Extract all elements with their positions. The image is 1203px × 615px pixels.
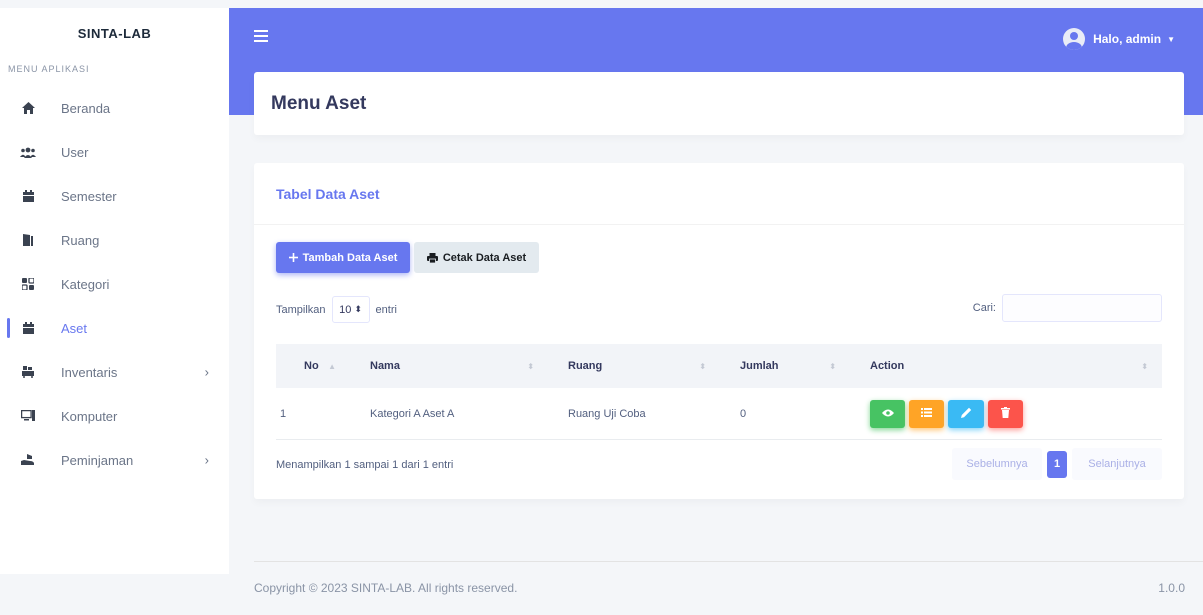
brand-logo[interactable]: SINTA-LAB — [0, 8, 229, 58]
cell-jumlah: 0 — [740, 407, 747, 420]
entries-select[interactable]: 10 ⬍ — [331, 296, 370, 323]
caret-down-icon: ▼ — [1167, 34, 1175, 44]
print-asset-button[interactable]: Cetak Data Aset — [414, 242, 539, 273]
list-icon — [921, 407, 932, 420]
sidebar-item-label: User — [61, 144, 89, 160]
sidebar-item-label: Aset — [61, 320, 88, 336]
plus-icon — [288, 253, 298, 262]
header-label: Jumlah — [740, 360, 779, 372]
add-asset-label: Tambah Data Aset — [302, 251, 398, 264]
length-prefix: Tampilkan — [276, 303, 326, 316]
search-input[interactable] — [1002, 294, 1162, 322]
header-label: Nama — [370, 360, 400, 372]
search-label: Cari: — [972, 302, 996, 314]
sort-icon: ⬍ — [1141, 361, 1148, 371]
pagination: Sebelumnya 1 Selanjutnya — [952, 448, 1162, 480]
eye-icon — [881, 408, 894, 420]
dolly-icon — [20, 364, 36, 380]
users-icon — [20, 144, 36, 160]
header-label: No — [304, 360, 319, 372]
grid-icon — [20, 276, 36, 292]
sidebar-item-label: Komputer — [61, 408, 118, 424]
sort-icon: ⬍ — [527, 361, 534, 371]
pagination-prev[interactable]: Sebelumnya — [952, 448, 1042, 480]
edit-button[interactable] — [948, 399, 984, 428]
view-button[interactable] — [870, 399, 905, 428]
length-suffix: entri — [375, 303, 397, 316]
entries-length: Tampilkan 10 ⬍ entri — [276, 296, 397, 323]
page-title: Menu Aset — [271, 92, 367, 114]
sidebar-item-label: Ruang — [61, 232, 100, 248]
cell-no: 1 — [280, 407, 287, 420]
sort-icon: ⬍ — [829, 361, 836, 371]
header-action[interactable]: Action ⬍ — [850, 344, 1162, 388]
entries-select-value: 10 — [339, 303, 352, 316]
table-search: Cari: — [973, 294, 1162, 322]
sidebar-item-inventaris[interactable]: Inventaris › — [0, 350, 229, 394]
asset-table-card: Tabel Data Aset Tambah Data Aset Cetak D… — [254, 163, 1184, 499]
sidebar-item-semester[interactable]: Semester — [0, 174, 229, 218]
desktop-icon — [20, 408, 36, 424]
sidebar-item-user[interactable]: User — [0, 130, 229, 174]
print-asset-label: Cetak Data Aset — [442, 251, 527, 264]
sidebar-item-kategori[interactable]: Kategori — [0, 262, 229, 306]
table-header: No ▲ Nama ⬍ Ruang ⬍ Jumlah ⬍ Action ⬍ — [276, 344, 1162, 388]
sidebar-item-peminjaman[interactable]: Peminjaman › — [0, 438, 229, 482]
sidebar-item-beranda[interactable]: Beranda — [0, 86, 229, 130]
sidebar-item-komputer[interactable]: Komputer — [0, 394, 229, 438]
sort-icon: ⬍ — [699, 361, 706, 371]
header-no[interactable]: No ▲ — [276, 344, 350, 388]
chevron-right-icon: › — [204, 364, 209, 380]
sidebar-item-ruang[interactable]: Ruang — [0, 218, 229, 262]
pagination-next[interactable]: Selanjutnya — [1072, 448, 1162, 480]
table-info: Menampilkan 1 sampai 1 dari 1 entri — [276, 459, 454, 471]
action-buttons — [870, 399, 1023, 428]
delete-button[interactable] — [988, 399, 1023, 428]
user-dropdown[interactable]: Halo, admin ▼ — [1063, 28, 1175, 50]
sort-icon: ▲ — [328, 361, 336, 371]
sidebar-item-label: Inventaris — [61, 364, 118, 380]
home-icon — [20, 100, 36, 116]
cell-action — [850, 388, 1162, 439]
cell-nama: Kategori A Aset A — [370, 407, 455, 420]
door-icon — [20, 232, 36, 248]
pagination-page-1[interactable]: 1 — [1047, 450, 1067, 478]
cell-ruang: Ruang Uji Coba — [568, 407, 646, 420]
menu-heading: MENU APLIKASI — [8, 64, 90, 74]
card-divider — [254, 224, 1184, 225]
sidebar-item-label: Beranda — [61, 100, 111, 116]
trash-icon — [1001, 406, 1010, 421]
select-arrows-icon: ⬍ — [354, 304, 362, 314]
footer-version: 1.0.0 — [1158, 581, 1185, 595]
page-header: Menu Aset — [254, 72, 1184, 135]
avatar — [1063, 28, 1086, 50]
table-row: 1 Kategori A Aset A Ruang Uji Coba 0 — [276, 388, 1162, 440]
print-icon — [426, 252, 438, 263]
card-title: Tabel Data Aset — [276, 186, 380, 202]
hamburger-menu-icon[interactable] — [254, 30, 268, 42]
footer-copyright: Copyright © 2023 SINTA-LAB. All rights r… — [254, 581, 518, 595]
user-greeting: Halo, admin — [1093, 32, 1162, 46]
detail-button[interactable] — [909, 399, 944, 428]
sidebar-item-label: Kategori — [61, 276, 110, 292]
header-ruang[interactable]: Ruang ⬍ — [548, 344, 720, 388]
sidebar-item-aset[interactable]: Aset — [0, 306, 229, 350]
header-label: Action — [870, 360, 905, 372]
asset-table: No ▲ Nama ⬍ Ruang ⬍ Jumlah ⬍ Action ⬍ 1 Kateg… — [276, 344, 1162, 440]
pencil-icon — [960, 407, 972, 421]
header-nama[interactable]: Nama ⬍ — [350, 344, 548, 388]
add-asset-button[interactable]: Tambah Data Aset — [276, 242, 410, 273]
header-jumlah[interactable]: Jumlah ⬍ — [720, 344, 850, 388]
footer-divider — [254, 561, 1203, 562]
hand-icon — [20, 452, 36, 468]
header-label: Ruang — [568, 360, 603, 372]
chevron-right-icon: › — [204, 452, 209, 468]
calendar-icon — [20, 320, 36, 336]
sidebar-item-label: Peminjaman — [61, 452, 134, 468]
sidebar-item-label: Semester — [61, 188, 117, 204]
calendar-icon — [20, 188, 36, 204]
sidebar: SINTA-LAB MENU APLIKASI Beranda User Sem… — [0, 8, 229, 574]
